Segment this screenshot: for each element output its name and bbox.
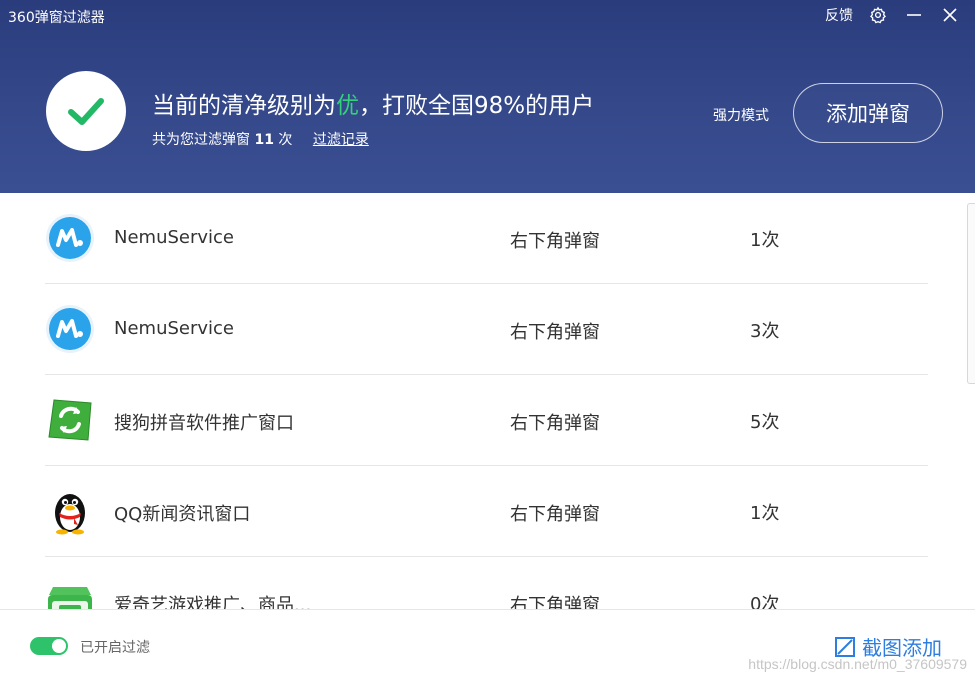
popup-count: 5次	[750, 412, 780, 433]
popup-name: 爱奇艺游戏推广、商品...	[114, 595, 312, 609]
window-controls: 反馈	[825, 4, 961, 26]
status-check-icon	[46, 71, 126, 151]
filter-toggle[interactable]	[30, 637, 68, 655]
popup-name: NemuService	[114, 227, 235, 248]
list-item[interactable]: NemuService 右下角弹窗 1次	[45, 193, 928, 284]
nemu-icon	[45, 304, 95, 354]
qq-penguin-icon	[45, 486, 95, 536]
list-item[interactable]: 爱奇艺游戏推广、商品... 右下角弹窗 0次	[45, 557, 928, 609]
header-banner: 360弹窗过滤器 反馈 当前的清净级别为优，打败全国98%的用户 共为您过滤弹窗…	[0, 0, 975, 193]
filtered-suffix: 次	[278, 132, 293, 148]
popup-count: 0次	[750, 594, 780, 609]
headline-prefix: 当前的清净级别为	[152, 93, 336, 119]
list-item[interactable]: 搜狗拼音软件推广窗口 右下角弹窗 5次	[45, 375, 928, 466]
popup-count: 3次	[750, 321, 780, 342]
popup-count: 1次	[750, 503, 780, 524]
gear-icon[interactable]	[867, 4, 889, 26]
popup-name: QQ新闻资讯窗口	[114, 504, 251, 525]
nemu-icon	[45, 213, 95, 263]
cleanliness-headline: 当前的清净级别为优，打败全国98%的用户	[152, 86, 594, 120]
popup-count: 1次	[750, 230, 780, 251]
filter-history-link[interactable]: 过滤记录	[313, 132, 369, 148]
list-scrollbar[interactable]	[967, 203, 975, 384]
strong-mode-link[interactable]: 强力模式	[713, 105, 769, 125]
popup-name: 搜狗拼音软件推广窗口	[114, 413, 294, 434]
footer-bar: 已开启过滤 截图添加 https://blog.csdn.net/m0_3760…	[0, 609, 975, 681]
list-item[interactable]: NemuService 右下角弹窗 3次	[45, 284, 928, 375]
app-title: 360弹窗过滤器	[8, 10, 105, 26]
close-icon[interactable]	[939, 4, 961, 26]
filter-status-label: 已开启过滤	[80, 640, 150, 656]
popup-type: 右下角弹窗	[510, 231, 600, 252]
filtered-count: 11	[254, 132, 274, 148]
add-popup-button[interactable]: 添加弹窗	[793, 83, 943, 143]
popup-type: 右下角弹窗	[510, 504, 600, 525]
popup-type: 右下角弹窗	[510, 595, 600, 609]
feedback-link[interactable]: 反馈	[825, 5, 853, 25]
popup-type: 右下角弹窗	[510, 413, 600, 434]
filtered-prefix: 共为您过滤弹窗	[152, 132, 250, 148]
filtered-summary: 共为您过滤弹窗 11 次 过滤记录	[152, 129, 369, 149]
iqiyi-icon	[45, 577, 95, 609]
popup-name: NemuService	[114, 318, 235, 339]
cleanliness-level: 优	[336, 93, 359, 119]
popup-list: NemuService 右下角弹窗 1次 NemuService 右下角弹窗 3…	[0, 193, 975, 609]
minimize-icon[interactable]	[903, 4, 925, 26]
screenshot-icon	[835, 636, 855, 657]
list-item[interactable]: QQ新闻资讯窗口 右下角弹窗 1次	[45, 466, 928, 557]
popup-type: 右下角弹窗	[510, 322, 600, 343]
sogou-icon	[45, 395, 95, 445]
headline-suffix: ，打败全国98%的用户	[359, 93, 595, 119]
watermark: https://blog.csdn.net/m0_37609579	[748, 656, 967, 672]
